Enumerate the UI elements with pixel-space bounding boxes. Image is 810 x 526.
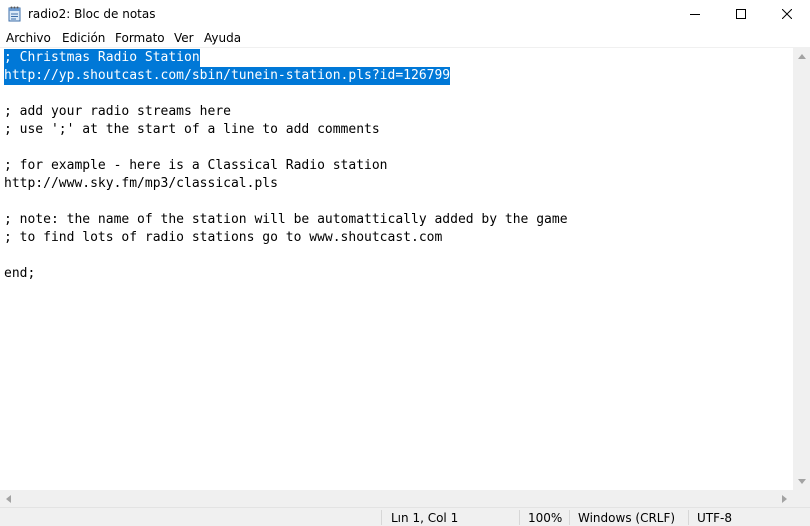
cursor-position: Lın 1, Col 1: [391, 511, 459, 525]
editor-line: ; for example - here is a Classical Radi…: [4, 158, 388, 173]
menu-ver[interactable]: Ver: [174, 31, 194, 45]
editor-line: ; to find lots of radio stations go to w…: [4, 230, 443, 245]
editor-line: ; add your radio streams here: [4, 104, 231, 119]
maximize-button[interactable]: [718, 0, 764, 28]
arrow-left-icon: [6, 494, 11, 503]
menu-edicion[interactable]: Edición: [62, 31, 105, 45]
status-divider: [381, 510, 382, 525]
title-bar[interactable]: radio2: Bloc de notas: [0, 0, 810, 28]
close-button[interactable]: [764, 0, 810, 28]
close-icon: [782, 9, 792, 19]
status-bar: Lın 1, Col 1 100% Windows (CRLF) UTF-8: [0, 507, 810, 526]
status-divider: [569, 510, 570, 525]
vertical-scrollbar[interactable]: [793, 48, 810, 490]
editor-line: ; use ';' at the start of a line to add …: [4, 122, 380, 137]
editor-line: http://www.sky.fm/mp3/classical.pls: [4, 176, 278, 191]
arrow-down-icon: [797, 479, 806, 484]
scroll-left-button[interactable]: [0, 490, 17, 507]
editor-line: http://yp.shoutcast.com/sbin/tunein-stat…: [4, 67, 451, 85]
notepad-icon: [8, 6, 21, 22]
menu-formato[interactable]: Formato: [115, 31, 165, 45]
menu-bar: Archivo Edición Formato Ver Ayuda: [0, 28, 810, 48]
minimize-button[interactable]: [672, 0, 718, 28]
scrollbar-corner: [793, 490, 810, 507]
editor-line: ; note: the name of the station will be …: [4, 212, 568, 227]
arrow-right-icon: [782, 494, 787, 503]
scroll-down-button[interactable]: [793, 473, 810, 490]
scroll-up-button[interactable]: [793, 48, 810, 65]
scroll-right-button[interactable]: [776, 490, 793, 507]
text-editor[interactable]: ; Christmas Radio Station http://yp.shou…: [0, 48, 793, 490]
line-ending: Windows (CRLF): [578, 511, 676, 525]
status-divider: [519, 510, 520, 525]
editor-line: end;: [4, 266, 36, 281]
arrow-up-icon: [797, 54, 806, 59]
window-title: radio2: Bloc de notas: [28, 7, 156, 21]
status-divider: [688, 510, 689, 525]
encoding: UTF-8: [697, 511, 732, 525]
menu-ayuda[interactable]: Ayuda: [204, 31, 241, 45]
editor-line: ; Christmas Radio Station: [4, 49, 200, 67]
maximize-icon: [736, 9, 746, 19]
minimize-icon: [690, 14, 700, 15]
menu-archivo[interactable]: Archivo: [6, 31, 51, 45]
horizontal-scrollbar[interactable]: [0, 490, 793, 507]
zoom-level: 100%: [528, 511, 563, 525]
